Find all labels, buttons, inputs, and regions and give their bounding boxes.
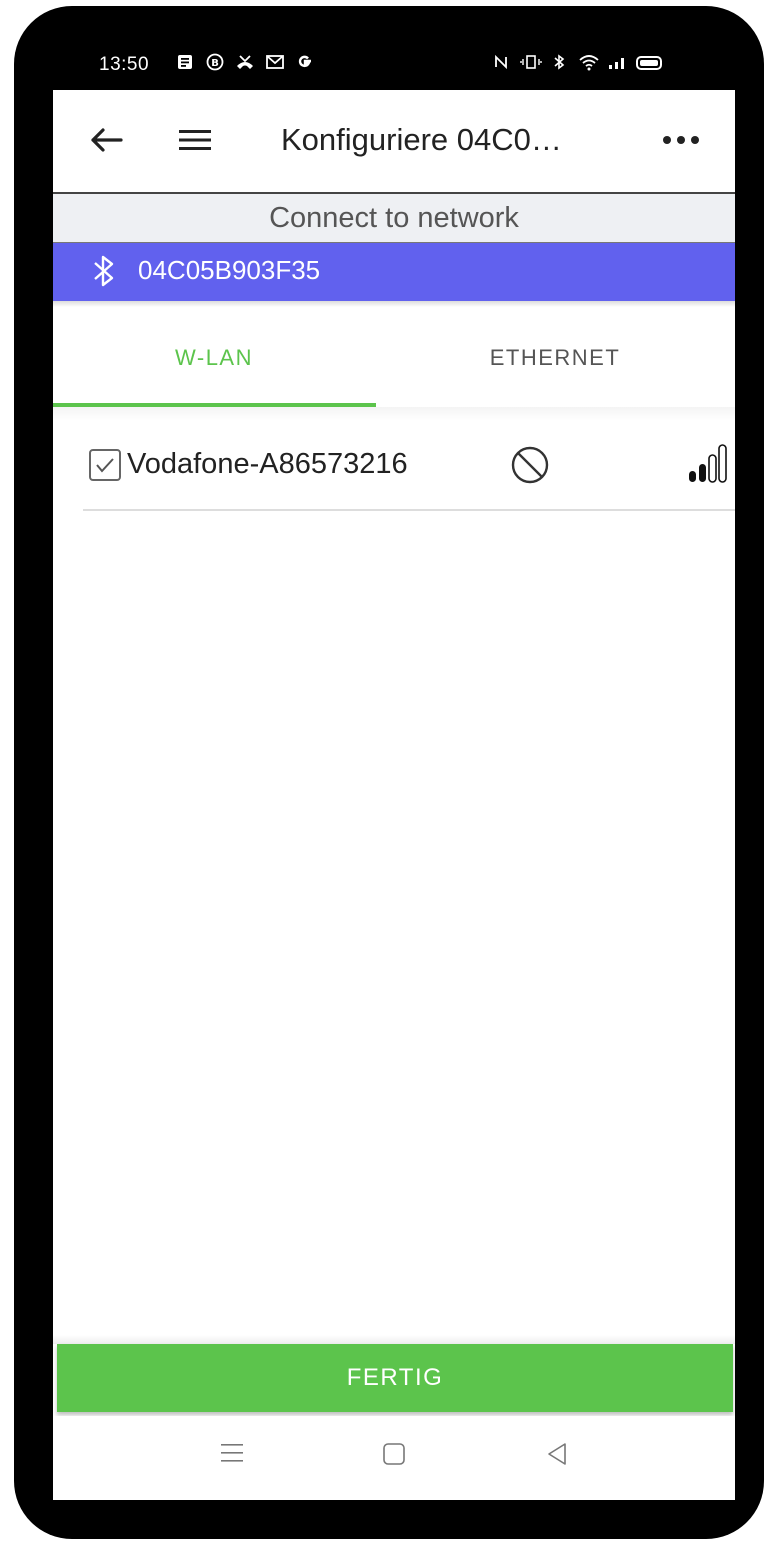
tab-ethernet-label: ETHERNET <box>489 345 621 370</box>
tab-bar-fade <box>53 407 735 421</box>
more-options-icon[interactable] <box>657 118 705 162</box>
network-list-item[interactable]: Vodafone-A86573216 <box>83 430 735 508</box>
tab-ethernet[interactable]: ETHERNET <box>375 307 735 407</box>
google-icon <box>295 53 315 73</box>
status-time: 13:50 <box>99 54 150 75</box>
nfc-icon <box>491 53 511 73</box>
svg-text:B: B <box>211 58 219 69</box>
b-icon: B <box>205 53 225 73</box>
block-icon[interactable] <box>509 444 551 486</box>
missed-call-icon <box>235 53 255 73</box>
connect-header: Connect to network <box>53 194 735 243</box>
network-name: Vodafone-A86573216 <box>127 448 408 480</box>
wifi-icon <box>578 53 599 73</box>
app-bar: Konfiguriere 04C0… <box>53 90 735 192</box>
screen: 13:50 B Konfiguriere 04C0… Connect to ne… <box>53 50 735 1500</box>
done-button[interactable]: FERTIG <box>57 1344 733 1412</box>
battery-icon <box>636 56 662 70</box>
status-right-icons <box>491 53 662 73</box>
list-divider <box>83 509 735 511</box>
network-checkbox[interactable] <box>89 449 121 481</box>
tab-bar: W-LAN ETHERNET <box>53 307 735 407</box>
vibrate-icon <box>520 53 542 73</box>
done-button-shadow <box>53 1335 735 1344</box>
connect-header-label: Connect to network <box>269 202 519 234</box>
system-nav-bar <box>53 1416 735 1500</box>
hamburger-menu-icon[interactable] <box>175 120 215 160</box>
tab-wlan-label: W-LAN <box>175 345 253 370</box>
nav-back-icon[interactable] <box>545 1440 569 1468</box>
device-name: 04C05B903F35 <box>138 255 321 285</box>
tab-wlan[interactable]: W-LAN <box>53 307 375 407</box>
page-title: Konfiguriere 04C0… <box>281 122 562 157</box>
bluetooth-icon <box>549 53 569 73</box>
nav-menu-icon[interactable] <box>221 1440 243 1466</box>
device-bar: 04C05B903F35 <box>53 243 735 301</box>
note-icon <box>175 53 195 73</box>
signal-strength-icon <box>687 442 735 486</box>
status-bar: 13:50 B <box>53 50 735 90</box>
gmail-icon <box>265 53 285 73</box>
bluetooth-icon <box>89 253 119 289</box>
cell-signal-icon <box>607 53 627 73</box>
status-left-icons: B <box>175 53 315 73</box>
nav-home-icon[interactable] <box>382 1442 406 1466</box>
back-arrow-icon[interactable] <box>85 118 129 162</box>
done-button-label: FERTIG <box>346 1364 444 1391</box>
